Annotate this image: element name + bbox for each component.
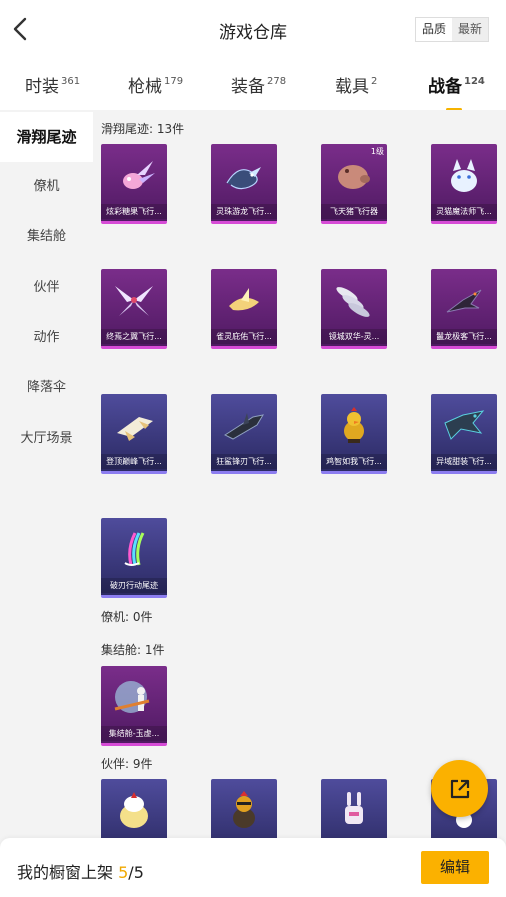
item-name: 终焉之翼飞行...	[101, 329, 167, 344]
item-name: 雀灵庇佑飞行...	[211, 329, 277, 344]
tab-count: 124	[464, 76, 485, 87]
rainbow-trail-icon	[101, 518, 167, 580]
category-tabs: 时装 361 枪械 179 装备 278 载具 2 战备 124	[0, 60, 506, 111]
tab-label: 枪械	[128, 77, 162, 97]
sidebar: 滑翔尾迹 僚机 集结舱 伙伴 动作 降落伞 大厅场景	[0, 110, 93, 897]
tab-label: 战备	[428, 77, 462, 97]
feathers-icon	[321, 269, 387, 331]
item-name: 飞天猪飞行器	[321, 204, 387, 219]
item-card[interactable]: 镜城双华-灵...	[321, 269, 387, 349]
section-label-wingman: 僚机: 0件	[101, 610, 153, 624]
sidebar-item-wingman[interactable]: 僚机	[0, 162, 93, 212]
item-card[interactable]: 异域甜装飞行...	[431, 394, 497, 474]
sort-toggle[interactable]: 品质 最新	[415, 17, 489, 42]
item-name: 破刃行动尾迹	[101, 578, 167, 593]
sidebar-item-partner[interactable]: 伙伴	[0, 263, 93, 313]
item-card[interactable]: 破刃行动尾迹	[101, 518, 167, 598]
share-button[interactable]	[431, 760, 488, 817]
showcase-status: 我的橱窗上架 5/5	[17, 859, 144, 883]
pink-creature-icon	[101, 144, 167, 206]
golden-bird-icon	[211, 269, 277, 331]
tab-label: 时装	[25, 77, 59, 97]
external-link-icon	[450, 779, 469, 798]
robot-rabbit-icon	[321, 779, 387, 841]
shark-jet-icon	[211, 394, 277, 456]
sidebar-item-parachute[interactable]: 降落伞	[0, 363, 93, 413]
tab-count: 2	[371, 76, 378, 87]
showcase-current-count: 5	[118, 863, 129, 882]
tab-count: 361	[61, 76, 81, 87]
dark-dragon-icon	[431, 269, 497, 331]
header: 游戏仓库 品质 最新	[0, 0, 506, 60]
tab-equipment[interactable]: 装备 278	[231, 72, 286, 97]
showcase-footer: 我的橱窗上架 5/5 编辑	[0, 838, 506, 897]
tab-vehicles[interactable]: 载具 2	[335, 72, 377, 97]
item-name: 鸡智如我飞行...	[321, 454, 387, 469]
item-name: 登顶巅峰飞行...	[101, 454, 167, 469]
item-card[interactable]: 雀灵庇佑飞行...	[211, 269, 277, 349]
sidebar-item-pod[interactable]: 集结舱	[0, 212, 93, 262]
item-name: 炫彩糖果飞行...	[101, 204, 167, 219]
sidebar-item-lobby-scene[interactable]: 大厅场景	[0, 414, 93, 464]
item-card[interactable]: 1级 飞天猪飞行器	[321, 144, 387, 224]
edit-button[interactable]: 编辑	[421, 851, 489, 884]
chicken-icon	[321, 394, 387, 456]
pig-icon	[321, 144, 387, 206]
sidebar-item-emote[interactable]: 动作	[0, 313, 93, 363]
pod-icon	[101, 666, 167, 728]
dragon-icon	[211, 144, 277, 206]
white-cat-icon	[431, 144, 497, 206]
tab-guns[interactable]: 枪械 179	[128, 72, 183, 97]
rooster-icon	[211, 779, 277, 841]
item-name: 异域甜装飞行...	[431, 454, 497, 469]
item-name: 灵珠游龙飞行...	[211, 204, 277, 219]
item-name: 镜城双华-灵...	[321, 329, 387, 344]
tab-count: 179	[164, 76, 184, 87]
item-name: 狂鲨锋刃飞行...	[211, 454, 277, 469]
section-label-pod: 集结舱: 1件	[101, 643, 165, 657]
item-card[interactable]: 鸡智如我飞行...	[321, 394, 387, 474]
section-label-glide: 滑翔尾迹: 13件	[101, 122, 185, 136]
tab-label: 装备	[231, 77, 265, 97]
sort-latest-button[interactable]: 最新	[452, 18, 488, 41]
showcase-total: /5	[128, 863, 144, 882]
item-name: 集结舱-玉虚...	[101, 726, 167, 741]
item-card[interactable]: 终焉之翼飞行...	[101, 269, 167, 349]
section-label-partner: 伙伴: 9件	[101, 757, 153, 771]
item-card[interactable]: 集结舱-玉虚...	[101, 666, 167, 746]
showcase-label: 我的橱窗上架	[17, 863, 114, 882]
sort-quality-button[interactable]: 品质	[416, 18, 452, 41]
item-card[interactable]: 鬣龙极客飞行...	[431, 269, 497, 349]
chick-icon	[101, 779, 167, 841]
item-card[interactable]: 炫彩糖果飞行...	[101, 144, 167, 224]
sidebar-item-glide-trail[interactable]: 滑翔尾迹	[0, 112, 93, 162]
item-name: 鬣龙极客飞行...	[431, 329, 497, 344]
item-card[interactable]: 灵珠游龙飞行...	[211, 144, 277, 224]
item-name: 灵猫魔法师飞...	[431, 204, 497, 219]
tab-fashion[interactable]: 时装 361	[25, 72, 80, 97]
tab-count: 278	[267, 76, 287, 87]
jet-icon	[101, 394, 167, 456]
item-card[interactable]: 狂鲨锋刃飞行...	[211, 394, 277, 474]
mech-dragon-icon	[431, 394, 497, 456]
tab-battle-prep[interactable]: 战备 124	[428, 72, 485, 111]
item-card[interactable]: 灵猫魔法师飞...	[431, 144, 497, 224]
item-card[interactable]: 登顶巅峰飞行...	[101, 394, 167, 474]
wings-icon	[101, 269, 167, 331]
tab-label: 载具	[335, 77, 369, 97]
